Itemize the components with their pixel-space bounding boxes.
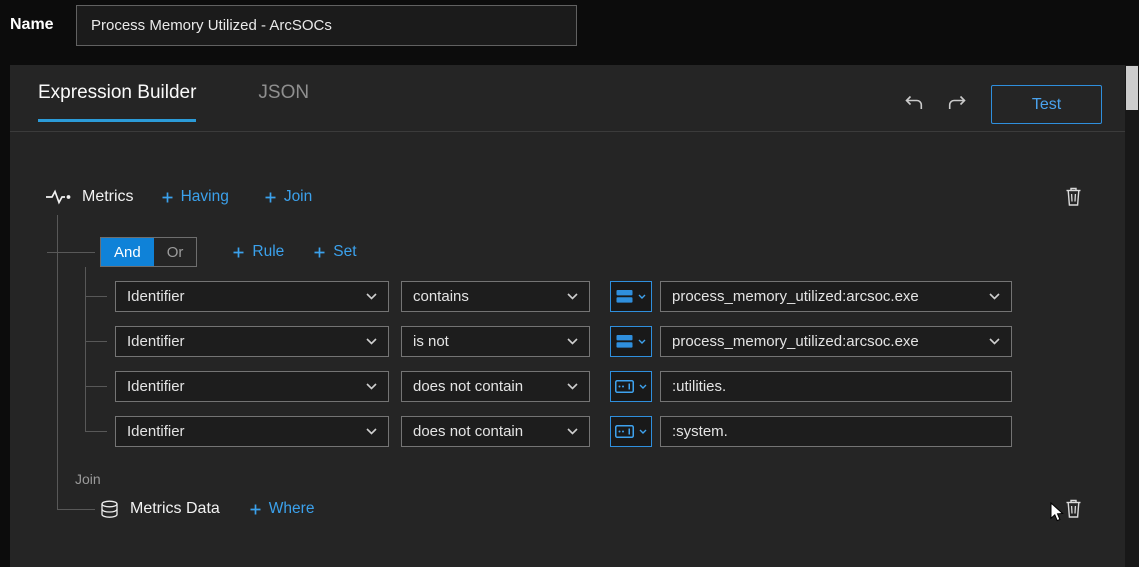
scrollbar-thumb[interactable] [1126,66,1138,110]
add-where-button[interactable]: Where [250,500,315,518]
add-set-button[interactable]: Set [314,243,357,261]
metrics-data-row: Metrics Data Where [100,496,314,522]
value-type-button[interactable] [610,371,652,402]
plus-icon [162,192,173,202]
input-box-icon [615,380,634,393]
rule-field-value: Identifier [127,333,185,350]
plus-icon [314,247,325,257]
rule-field-value: Identifier [127,288,185,305]
rule-value: process_memory_utilized:arcsoc.exe [672,288,919,305]
value-type-button[interactable] [610,326,652,357]
rule-operator-value: is not [413,333,449,350]
input-box-icon [615,425,634,438]
chevron-down-icon [567,338,578,345]
chevron-down-icon [639,384,647,389]
rule-operator-dropdown[interactable]: is not [401,326,590,357]
rule-field-dropdown[interactable]: Identifier [115,326,389,357]
chevron-down-icon [567,428,578,435]
rule-field-value: Identifier [127,378,185,395]
add-rule-button[interactable]: Rule [233,243,284,261]
expression-builder-panel: Expression Builder JSON Test Metrics Hav… [10,65,1125,567]
rule-value-input[interactable] [660,371,1012,402]
tab-json[interactable]: JSON [258,82,309,122]
rule-value-input[interactable] [660,416,1012,447]
chevron-down-icon [567,383,578,390]
and-or-toggle: And Or [100,237,198,267]
rule-row: Identifier does not contain [10,371,1125,402]
add-set-label: Set [333,243,357,260]
add-rule-label: Rule [252,243,285,260]
rule-field-value: Identifier [127,423,185,440]
add-having-button[interactable]: Having [162,188,229,206]
add-join-label: Join [283,188,313,205]
name-label: Name [10,16,54,33]
pulse-icon [46,189,71,205]
trash-icon [1066,499,1080,518]
scrollbar[interactable] [1125,65,1139,567]
chevron-down-icon [989,293,1000,300]
rule-operator-value: does not contain [413,423,524,440]
add-join-button[interactable]: Join [265,188,312,206]
tree-line [47,252,95,253]
tab-bar: Expression Builder JSON [38,82,309,122]
metrics-section-header: Metrics Having Join [45,184,312,210]
rule-operator-dropdown[interactable]: contains [401,281,590,312]
redo-button[interactable] [944,93,970,115]
chevron-down-icon [366,293,377,300]
rule-field-dropdown[interactable]: Identifier [115,281,389,312]
chevron-down-icon [989,338,1000,345]
value-type-button[interactable] [610,416,652,447]
rule-operator-dropdown[interactable]: does not contain [401,416,590,447]
join-section-label: Join [75,471,101,487]
rule-field-dropdown[interactable]: Identifier [115,416,389,447]
value-type-button[interactable] [610,281,652,312]
chevron-down-icon [638,294,646,299]
chevron-down-icon [567,293,578,300]
chevron-down-icon [366,383,377,390]
tree-line [57,509,95,510]
group-row: And Or Rule Set [100,237,357,267]
rule-operator-value: does not contain [413,378,524,395]
tab-expression-builder[interactable]: Expression Builder [38,82,197,122]
trash-icon [1066,187,1080,206]
delete-metrics-button[interactable] [1062,185,1084,207]
redo-icon [948,95,966,109]
layers-icon [616,335,633,348]
rule-row: Identifier contains process_memory_utili… [10,281,1125,312]
rule-field-dropdown[interactable]: Identifier [115,371,389,402]
chevron-down-icon [639,429,647,434]
mouse-cursor [1050,501,1065,528]
undo-icon [905,95,923,109]
rule-value-dropdown[interactable]: process_memory_utilized:arcsoc.exe [660,281,1012,312]
add-where-label: Where [268,500,315,517]
and-toggle[interactable]: And [101,238,154,266]
add-having-label: Having [180,188,229,205]
layers-icon [616,290,633,303]
undo-button[interactable] [901,93,927,115]
rule-operator-dropdown[interactable]: does not contain [401,371,590,402]
chevron-down-icon [366,428,377,435]
plus-icon [265,192,276,202]
rule-value: process_memory_utilized:arcsoc.exe [672,333,919,350]
rule-row: Identifier does not contain [10,416,1125,447]
chevron-down-icon [366,338,377,345]
tree-line [57,215,58,509]
plus-icon [250,504,261,514]
name-input[interactable] [76,5,577,46]
or-toggle[interactable]: Or [154,238,197,266]
rule-value-dropdown[interactable]: process_memory_utilized:arcsoc.exe [660,326,1012,357]
test-button[interactable]: Test [991,85,1102,124]
tabs-divider [10,131,1125,132]
plus-icon [233,247,244,257]
delete-join-button[interactable] [1062,497,1084,519]
rule-row: Identifier is not process_memory_utilize… [10,326,1125,357]
chevron-down-icon [638,339,646,344]
metrics-section-label: Metrics [82,188,134,205]
database-icon [101,500,118,518]
metrics-data-label: Metrics Data [130,500,220,517]
rule-operator-value: contains [413,288,469,305]
